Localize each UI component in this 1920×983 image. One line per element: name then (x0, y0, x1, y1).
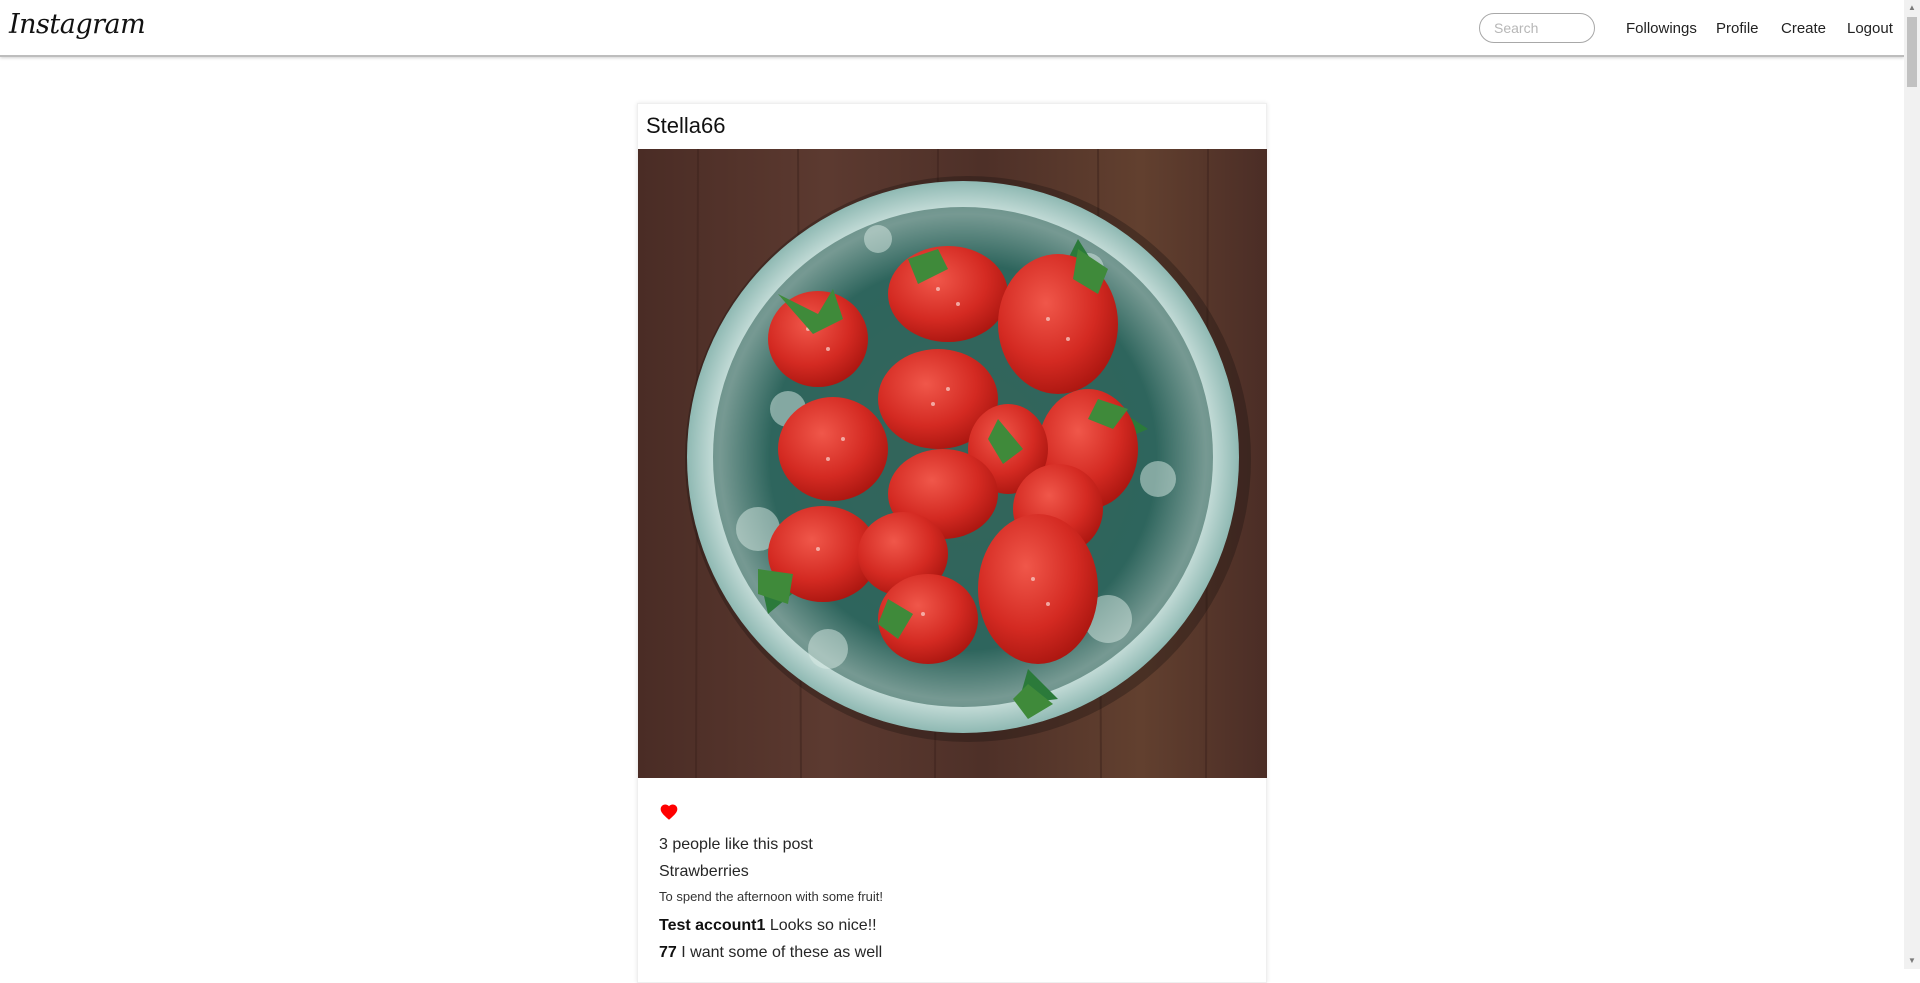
scroll-down-icon[interactable]: ▼ (1904, 953, 1920, 969)
post-description: To spend the afternoon with some fruit! (659, 889, 884, 904)
likes-count: 3 people like this post (659, 836, 813, 853)
scroll-up-icon[interactable]: ▲ (1904, 0, 1920, 16)
page-scrollbar[interactable]: ▲ ▼ (1904, 0, 1920, 969)
nav-create-link[interactable]: Create (1781, 20, 1826, 37)
post-card: Stella66 3 people like this post Strawbe… (637, 103, 1267, 983)
scrollbar-thumb[interactable] (1907, 17, 1917, 87)
nav-profile-link[interactable]: Profile (1716, 20, 1759, 37)
comment-author[interactable]: 77 (659, 944, 677, 961)
search-input[interactable] (1479, 13, 1595, 43)
comment: Test account1 Looks so nice!! (659, 917, 877, 935)
top-navbar: Instagram Followings Profile Create Logo… (0, 0, 1904, 57)
post-username[interactable]: Stella66 (646, 113, 726, 139)
post-title: Strawberries (659, 863, 749, 880)
nav-logout-link[interactable]: Logout (1847, 20, 1893, 37)
instagram-logo[interactable]: Instagram (9, 9, 146, 40)
comment-author[interactable]: Test account1 (659, 917, 765, 934)
post-photo (638, 149, 1267, 778)
heart-icon[interactable] (659, 802, 679, 822)
nav-followings-link[interactable]: Followings (1626, 20, 1697, 37)
comment: 77 I want some of these as well (659, 944, 882, 962)
comment-text: I want some of these as well (681, 944, 883, 961)
comment-text: Looks so nice!! (769, 917, 877, 934)
